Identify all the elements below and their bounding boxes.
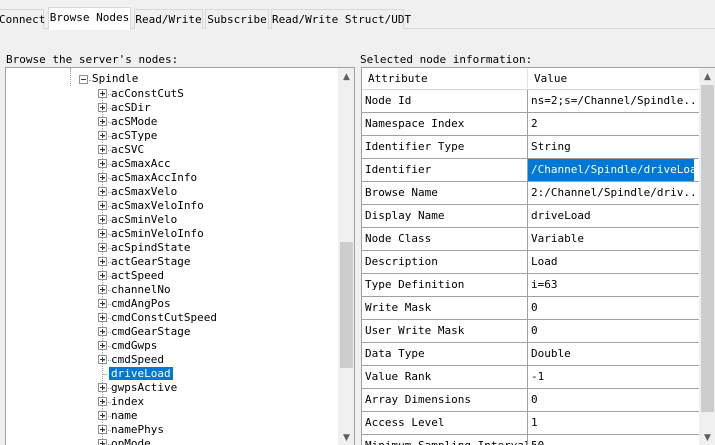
tree-scroll-thumb[interactable] [340,242,353,368]
table-row[interactable]: Namespace Index 2 [362,113,699,136]
attribute-cell: Node Id [362,90,528,112]
tree-node[interactable]: actGearStage [109,255,192,268]
table-scroll-thumb[interactable] [701,85,714,412]
column-header-attribute[interactable]: Attribute [362,68,528,90]
tree-node[interactable]: driveLoad [108,366,174,381]
tree-node[interactable]: acSmaxVelo [109,185,179,198]
tree-node[interactable]: actSpeed [109,269,166,282]
tree-node[interactable]: cmdConstCutSpeed [109,311,219,324]
table-row[interactable]: Array Dimensions 0 [362,389,699,412]
value-cell[interactable]: 2:/Channel/Spindle/driv... [528,182,694,204]
tree-node[interactable]: acSmaxVeloInfo [109,199,206,212]
tree-node[interactable]: acSMode [109,115,159,128]
value-cell[interactable]: 0 [528,389,694,411]
attribute-cell: Identifier Type [362,136,528,158]
value-cell[interactable]: 0 [528,297,694,319]
tab-read-write[interactable]: Read/Write [134,9,203,29]
table-row[interactable]: Type Definition i=63 [362,274,699,297]
attribute-cell: Write Mask [362,297,528,319]
table-row[interactable]: Minimum Sampling Interval50 [362,435,699,445]
column-header-value[interactable]: Value [528,68,699,90]
attribute-cell: Access Level [362,412,528,434]
arrow-up-icon[interactable]: ▲ [338,68,354,85]
tree-node[interactable]: acSpindState [109,241,192,254]
tree-node[interactable]: cmdGwps [109,339,159,352]
value-cell[interactable]: driveLoad [528,205,694,227]
value-cell[interactable]: /Channel/Spindle/driveLoad [528,159,694,181]
tree-node[interactable]: acSminVelo [109,213,179,226]
value-cell[interactable]: Variable [528,228,694,250]
tree-node[interactable]: acSDir [109,101,153,114]
attribute-cell: Identifier [362,159,528,181]
attribute-cell: Namespace Index [362,113,528,135]
value-cell[interactable]: i=63 [528,274,694,296]
tree-node[interactable]: gwpsActive [109,381,179,394]
tree-node[interactable]: cmdSpeed [109,353,166,366]
value-cell[interactable]: ns=2;s=/Channel/Spindle... [528,90,694,112]
tree-node[interactable]: channelNo [109,283,173,296]
tab-connect[interactable]: Connect [0,9,45,29]
tree-node[interactable]: cmdAngPos [109,297,173,310]
tree-node[interactable]: acSmaxAccInfo [109,171,199,184]
value-cell[interactable]: String [528,136,694,158]
attribute-cell: Value Rank [362,366,528,388]
attribute-cell: Node Class [362,228,528,250]
tree-node[interactable]: acSType [109,129,159,142]
table-row[interactable]: Write Mask 0 [362,297,699,320]
tree-node[interactable]: acConstCutS [109,87,186,100]
value-cell[interactable]: Load [528,251,694,273]
attribute-cell: Description [362,251,528,273]
tree-node[interactable]: index [109,395,146,408]
attribute-cell: Type Definition [362,274,528,296]
attribute-cell: Data Type [362,343,528,365]
tab-read-write-struct[interactable]: Read/Write Struct/UDT [271,9,411,29]
table-row[interactable]: Description Load [362,251,699,274]
node-tree[interactable]: Spindle acConstCutS acSDir acSMode acSType ac… [5,67,355,445]
value-cell[interactable]: 1 [528,412,694,434]
table-row[interactable]: Access Level 1 [362,412,699,435]
table-row[interactable]: User Write Mask 0 [362,320,699,343]
table-row[interactable]: Node Class Variable [362,228,699,251]
value-cell[interactable]: Double [528,343,694,365]
table-row[interactable]: Display Name driveLoad [362,205,699,228]
tree-node[interactable]: acSminVeloInfo [109,227,206,240]
tree-panel-label: Browse the server's nodes: [6,53,179,66]
table-row[interactable]: Value Rank -1 [362,366,699,389]
info-panel-label: Selected node information: [360,53,533,66]
tree-node-spindle[interactable]: Spindle [90,72,140,86]
arrow-up-icon[interactable]: ▲ [699,68,715,85]
attribute-cell: Browse Name [362,182,528,204]
minus-box-icon[interactable] [79,75,88,84]
attribute-cell: Display Name [362,205,528,227]
tree-node[interactable]: namePhys [109,423,166,436]
value-cell[interactable]: 0 [528,320,694,342]
tab-bar: Connect Browse Nodes Read/Write Subscrib… [0,7,715,30]
attribute-cell: Minimum Sampling Interval [362,435,528,445]
tree-node[interactable]: acSmaxAcc [109,157,173,170]
tree-node[interactable]: opMode [109,437,153,445]
tab-browse-nodes[interactable]: Browse Nodes [48,7,131,30]
tab-subscribe[interactable]: Subscribe [205,9,269,29]
attribute-cell: User Write Mask [362,320,528,342]
value-cell[interactable]: 50 [528,435,694,445]
arrow-down-icon[interactable]: ▼ [338,429,354,445]
attribute-table[interactable]: Attribute Value Node Id ns=2;s=/Channel/S… [361,67,715,445]
value-cell[interactable]: -1 [528,366,694,388]
table-scrollbar[interactable]: ▲ ▼ [699,68,715,445]
tree-node[interactable]: cmdGearStage [109,325,192,338]
attribute-cell: Array Dimensions [362,389,528,411]
tree-scrollbar[interactable]: ▲ ▼ [338,68,354,445]
table-header: Attribute Value [362,68,699,90]
table-row[interactable]: Node Id ns=2;s=/Channel/Spindle... [362,90,699,113]
value-cell[interactable]: 2 [528,113,694,135]
table-row[interactable]: Identifier Type String [362,136,699,159]
table-row[interactable]: Identifier/Channel/Spindle/driveLoad [362,159,699,182]
table-row[interactable]: Data Type Double [362,343,699,366]
table-row[interactable]: Browse Name 2:/Channel/Spindle/driv... [362,182,699,205]
tree-node[interactable]: acSVC [109,143,146,156]
arrow-down-icon[interactable]: ▼ [699,429,715,445]
tree-line [70,68,71,86]
tree-node[interactable]: name [109,409,140,422]
